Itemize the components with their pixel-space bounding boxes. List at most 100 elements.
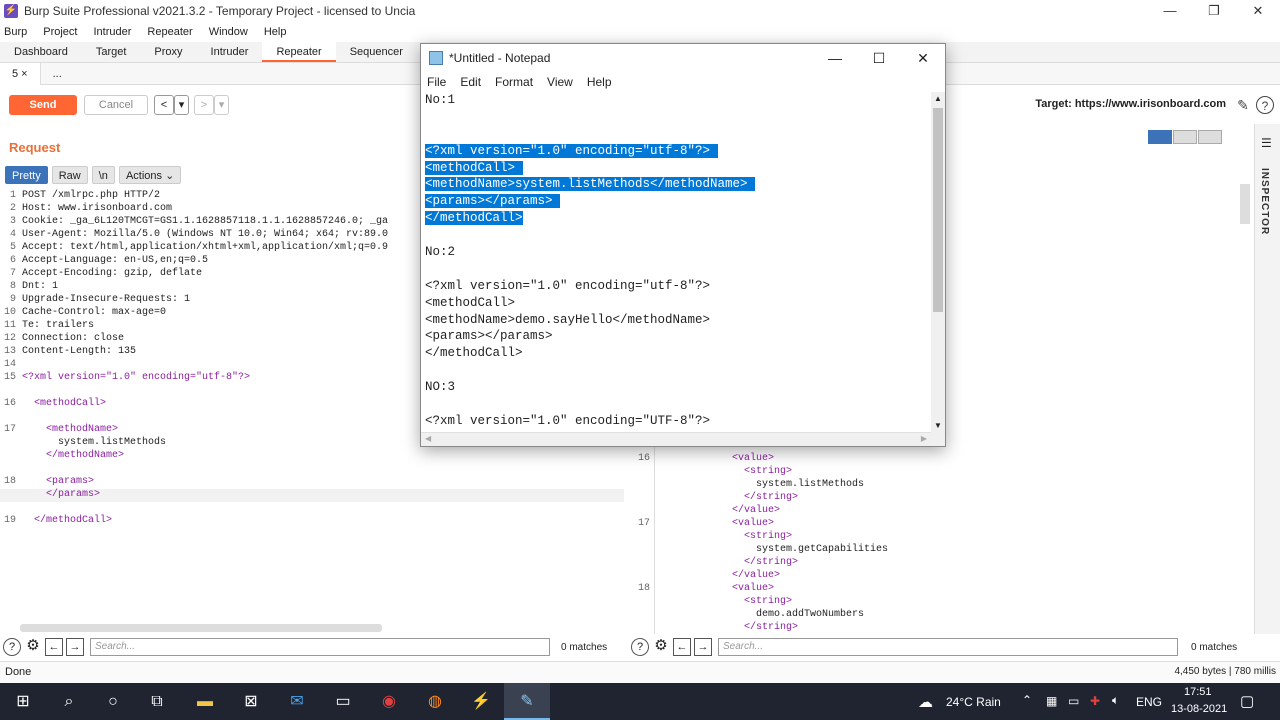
np-menu-format[interactable]: Format [495,75,533,89]
request-line[interactable]: 2 Host: www.irisonboard.com [0,203,172,216]
response-line[interactable]: </value> [634,570,780,583]
inspector-menu-icon[interactable]: ☰ [1261,136,1272,150]
clock-time[interactable]: 17:51 [1184,686,1212,698]
scroll-up-arrow-icon[interactable]: ▲ [934,94,942,103]
request-line[interactable]: 1 POST /xmlrpc.php HTTP/2 [0,190,160,203]
tray-chevron-up-icon[interactable]: ⌃ [1022,693,1032,707]
response-line[interactable]: <string> [634,596,792,609]
request-hscrollbar[interactable] [20,624,382,632]
notepad-line[interactable] [425,396,931,413]
terminal-icon[interactable]: ▭ [320,683,366,720]
notepad-line[interactable]: <?xml version="1.0" encoding="utf-8"?> [425,278,931,295]
request-line[interactable]: 18 <params> [0,476,94,489]
request-line[interactable]: 15 <?xml version="1.0" encoding="utf-8"?> [0,372,250,385]
menu-help[interactable]: Help [264,26,287,38]
tab-target[interactable]: Target [82,42,141,62]
response-line[interactable]: demo.addTwoNumbers [634,609,864,622]
repeater-tab-new[interactable]: ... [41,63,74,85]
request-line[interactable]: 13 Content-Length: 135 [0,346,136,359]
notepad-line[interactable]: </methodCall> [425,345,931,362]
np-menu-view[interactable]: View [547,75,573,89]
burp-suite-taskbar-icon[interactable]: ⚡ [458,683,504,720]
repeater-tab-5[interactable]: 5 × [0,62,41,85]
menu-burp[interactable]: Burp [4,26,27,38]
request-search-input[interactable]: Search... [90,638,550,656]
help-icon[interactable]: ? [631,638,649,656]
menu-project[interactable]: Project [43,26,77,38]
notepad-hscrollbar[interactable]: ◀ ▶ [421,432,931,446]
send-button[interactable]: Send [9,95,77,115]
request-line[interactable]: 17 <methodName> [0,424,118,437]
scroll-down-arrow-icon[interactable]: ▼ [934,421,942,430]
burp-minimize-button[interactable]: — [1148,0,1192,22]
search-next-arrow-icon[interactable]: → [694,638,712,656]
tab-proxy[interactable]: Proxy [140,42,196,62]
notepad-line[interactable]: <params></params> [425,193,931,210]
request-line[interactable]: 8 Dnt: 1 [0,281,58,294]
tab-sequencer[interactable]: Sequencer [336,42,417,62]
view-split-horizontal-icon[interactable] [1148,130,1172,144]
burp-close-button[interactable]: ✕ [1236,0,1280,22]
notepad-taskbar-icon[interactable]: ✎ [504,683,550,720]
request-line[interactable]: </params> [0,489,624,502]
notepad-line[interactable]: No:2 [425,244,931,261]
response-line[interactable]: </string> [634,557,798,570]
cortana-icon[interactable]: ○ [90,683,136,720]
notepad-close-button[interactable]: ✕ [901,44,945,72]
notepad-line[interactable]: <?xml version="1.0" encoding="UTF-8"?> [425,413,931,430]
start-windows-icon[interactable]: ⊞ [0,683,46,720]
tab-dashboard[interactable]: Dashboard [0,42,82,62]
response-line[interactable]: 16 <value> [634,453,774,466]
request-line[interactable]: 14 [0,359,22,372]
scroll-left-arrow-icon[interactable]: ◀ [425,434,431,443]
menu-intruder[interactable]: Intruder [94,26,132,38]
notepad-line[interactable] [425,362,931,379]
back-button[interactable]: < [154,95,174,115]
request-line[interactable]: 3 Cookie: _ga_6L120TMCGT=GS1.1.1628857118… [0,216,388,229]
firefox-icon[interactable]: ◍ [412,683,458,720]
notepad-maximize-button[interactable]: ☐ [857,44,901,72]
notepad-line[interactable]: <params></params> [425,328,931,345]
volume-icon[interactable]: 🔈︎ [1112,693,1119,708]
forward-button[interactable]: > [194,95,214,115]
help-icon[interactable]: ? [3,638,21,656]
tab-intruder[interactable]: Intruder [197,42,263,62]
notepad-line[interactable]: <?xml version="1.0" encoding="utf-8"?> [425,143,931,160]
search-next-arrow-icon[interactable]: → [66,638,84,656]
np-menu-help[interactable]: Help [587,75,612,89]
request-line[interactable]: 11 Te: trailers [0,320,94,333]
cancel-button[interactable]: Cancel [84,95,148,115]
burp-maximize-button[interactable]: ❐ [1192,0,1236,22]
notepad-line[interactable] [425,261,931,278]
request-line[interactable]: </methodName> [0,450,124,463]
inspector-panel[interactable]: ☰ INSPECTOR [1254,124,1280,634]
view-split-vertical-icon[interactable] [1173,130,1197,144]
request-line[interactable]: 12 Connection: close [0,333,124,346]
newline-button[interactable]: \n [91,166,115,184]
response-line[interactable]: </value> [634,505,780,518]
edit-target-icon[interactable]: ✎ [1234,96,1252,114]
notepad-vscroll-thumb[interactable] [933,108,943,312]
notifications-icon[interactable]: ▢ [1240,692,1254,710]
inspector-label[interactable]: INSPECTOR [1259,168,1270,235]
response-line[interactable]: </string> [634,492,798,505]
request-line[interactable]: 19 </methodCall> [0,515,112,528]
notepad-text-area[interactable]: No:1 <?xml version="1.0" encoding="utf-8"… [421,92,931,432]
response-line[interactable]: 18 <value> [634,583,774,596]
notepad-vscrollbar[interactable]: ▲ ▼ [931,92,945,432]
request-line[interactable]: 6 Accept-Language: en-US,en;q=0.5 [0,255,208,268]
search-icon[interactable]: ⌕ [46,683,92,720]
request-line[interactable]: system.listMethods [0,437,166,450]
search-prev-arrow-icon[interactable]: ← [673,638,691,656]
battery-icon[interactable]: ▭ [1068,694,1079,708]
request-line[interactable]: 4 User-Agent: Mozilla/5.0 (Windows NT 10.… [0,229,388,242]
notepad-line[interactable]: No:1 [425,92,931,109]
notepad-line[interactable]: </methodCall> [425,210,931,227]
response-line[interactable]: <string> [634,531,792,544]
clock-date[interactable]: 13-08-2021 [1171,703,1227,715]
np-menu-edit[interactable]: Edit [460,75,481,89]
help-icon[interactable]: ? [1256,96,1274,114]
security-icon[interactable]: ✚ [1090,694,1100,708]
raw-button[interactable]: Raw [51,166,88,184]
language-indicator[interactable]: ENG [1136,695,1162,709]
